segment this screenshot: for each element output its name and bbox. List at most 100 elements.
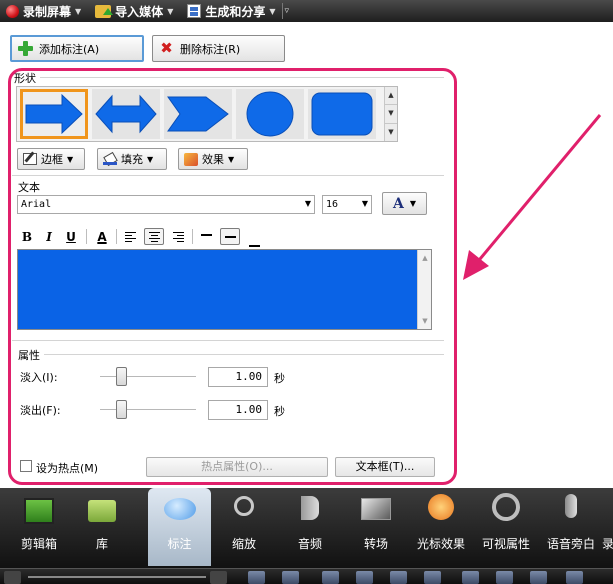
chevron-down-icon: ▼ [361, 199, 368, 208]
record-icon [6, 4, 19, 18]
fade-out-input[interactable]: 1.00 [208, 400, 268, 420]
dock-callouts[interactable]: 标注 [148, 488, 211, 566]
chevron-down-icon: ▼ [304, 199, 311, 208]
speech-bubble-icon [163, 498, 196, 520]
shape-group-label: 形状 [14, 72, 36, 85]
dock-transitions[interactable]: 转场 [354, 488, 398, 566]
properties-group-label: 属性 [18, 349, 40, 362]
align-left-button[interactable] [122, 228, 138, 245]
chevron-down-icon: ▼ [409, 199, 417, 208]
dock-label: 标注 [167, 537, 192, 551]
produce-share-menu[interactable]: 生成和分享 ▼ [183, 0, 279, 22]
fade-out-slider-thumb[interactable] [116, 400, 127, 419]
overflow-chevron-icon[interactable]: ▿ [285, 6, 290, 16]
font-family-value: Arial [21, 199, 52, 210]
rounded-rectangle-icon [311, 92, 373, 136]
dock-record-partial[interactable]: 录 [602, 488, 613, 566]
callout-text-input[interactable]: ▲ ▼ [17, 249, 432, 330]
dock-audio[interactable]: 音频 [288, 488, 332, 566]
split-icon[interactable] [356, 571, 373, 584]
track-icon[interactable] [496, 571, 513, 584]
gallery-scrollbar[interactable]: ▲ ▼ ▼ [384, 87, 397, 141]
valign-top-icon [200, 233, 212, 236]
dock-visual-properties[interactable]: 可视属性 [478, 488, 534, 566]
hotspot-label: 设为热点(M) [36, 462, 99, 475]
more-icon[interactable] [566, 571, 583, 584]
bold-button[interactable]: B [20, 228, 34, 245]
magnifier-icon [234, 496, 254, 516]
redo-icon[interactable] [282, 571, 299, 584]
cut-icon[interactable] [322, 571, 339, 584]
playback-bar [0, 568, 613, 584]
valign-middle-button[interactable] [220, 228, 240, 245]
record-screen-menu[interactable]: 录制屏幕 ▼ [2, 0, 85, 22]
shape-chevron-arrow[interactable] [164, 89, 232, 139]
align-right-icon [172, 231, 184, 242]
fade-in-unit: 秒 [274, 372, 285, 385]
font-family-select[interactable]: Arial ▼ [17, 195, 315, 214]
right-arrow-icon [25, 93, 83, 135]
dock-zoom[interactable]: 缩放 [222, 488, 266, 566]
shape-double-arrow[interactable] [92, 89, 160, 139]
dock-clip-bin[interactable]: 剪辑箱 [14, 488, 64, 566]
textbox-button[interactable]: 文本框(T)... [335, 457, 435, 477]
scroll-up-icon[interactable]: ▲ [418, 254, 432, 262]
close-icon: ✖ [160, 39, 173, 57]
dock-voice-narration[interactable]: 语音旁白 [543, 488, 599, 566]
shape-rounded-rectangle[interactable] [308, 89, 376, 139]
copy-icon[interactable] [390, 571, 407, 584]
align-center-button[interactable] [144, 228, 164, 245]
valign-top-button[interactable] [198, 226, 214, 243]
chevron-down-icon: ▼ [167, 6, 174, 16]
font-color-dropdown[interactable]: A ▼ [382, 192, 427, 215]
zoom-in-icon[interactable] [210, 571, 227, 584]
zoom-slider[interactable] [28, 576, 206, 578]
zoom-out-icon[interactable] [4, 571, 21, 584]
valign-bottom-button[interactable] [246, 232, 262, 249]
top-toolbar: 录制屏幕 ▼ 导入媒体 ▼ 生成和分享 ▼ ▿ [0, 0, 613, 22]
font-color-icon: A [392, 195, 404, 212]
import-media-menu[interactable]: 导入媒体 ▼ [91, 0, 177, 22]
dock-label: 语音旁白 [546, 537, 595, 551]
text-group-label: 文本 [18, 181, 40, 194]
dock-label: 转场 [363, 537, 388, 551]
underline-button[interactable]: U [64, 228, 78, 245]
extend-icon[interactable] [530, 571, 547, 584]
fill-dropdown[interactable]: 填充 ▼ [97, 148, 167, 170]
fade-in-slider-thumb[interactable] [116, 367, 127, 386]
fade-out-slider-track[interactable] [100, 409, 196, 411]
text-scrollbar[interactable]: ▲ ▼ [417, 250, 431, 329]
paste-icon[interactable] [424, 571, 441, 584]
effect-dropdown[interactable]: 效果 ▼ [178, 148, 248, 170]
delete-callout-button[interactable]: ✖ 删除标注(R) [152, 35, 285, 62]
align-right-button[interactable] [170, 228, 186, 245]
dock-label: 缩放 [231, 537, 256, 551]
scroll-down-icon[interactable]: ▼ [418, 317, 432, 325]
border-dropdown[interactable]: 边框 ▼ [17, 148, 85, 170]
font-size-select[interactable]: 16 ▼ [322, 195, 372, 214]
undo-icon[interactable] [248, 571, 265, 584]
scroll-down-icon[interactable]: ▼ [385, 105, 397, 124]
hotspot-properties-button[interactable]: 热点属性(O)... [146, 457, 328, 477]
shape-circle[interactable] [236, 89, 304, 139]
font-color-button[interactable]: A [94, 228, 110, 245]
fade-out-unit: 秒 [274, 405, 285, 418]
shape-right-arrow[interactable] [20, 89, 88, 139]
add-callout-button[interactable]: 添加标注(A) [10, 35, 144, 62]
scroll-up-icon[interactable]: ▲ [385, 87, 397, 106]
shape-gallery: ▲ ▼ ▼ [16, 86, 398, 142]
import-media-label: 导入媒体 [115, 4, 164, 19]
hotspot-checkbox[interactable] [20, 460, 32, 472]
marker-icon[interactable] [462, 571, 479, 584]
film-reel-icon [492, 493, 520, 521]
align-center-icon [148, 231, 160, 242]
dock-label: 库 [95, 537, 108, 551]
dock-cursor-effects[interactable]: 光标效果 [412, 488, 470, 566]
italic-button[interactable]: I [42, 228, 56, 245]
dock-library[interactable]: 库 [80, 488, 124, 566]
fade-in-slider-track[interactable] [100, 376, 196, 378]
fade-in-input[interactable]: 1.00 [208, 367, 268, 387]
gallery-expand-icon[interactable]: ▼ [385, 124, 397, 141]
produce-share-label: 生成和分享 [205, 4, 266, 19]
task-dock: 剪辑箱 库 标注 缩放 音频 转场 光标效果 可视属性 语音旁白 录 [0, 488, 613, 568]
